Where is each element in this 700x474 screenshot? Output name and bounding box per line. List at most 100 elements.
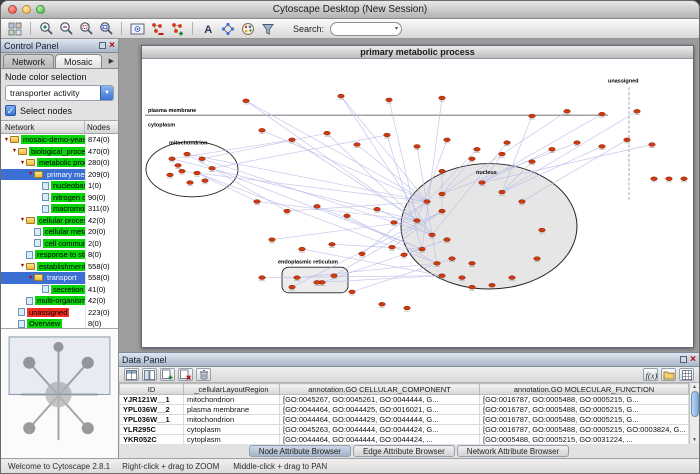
tree-item[interactable]: nitrogen compo...90(0) [1, 192, 118, 204]
table-cell[interactable]: YPL036W__1 [120, 415, 184, 425]
layout-icon[interactable] [219, 20, 237, 37]
tree-item[interactable]: ▼metabolic process280(0) [1, 157, 118, 169]
matrix-icon[interactable] [679, 368, 694, 381]
column-header[interactable]: _cellularLayoutRegion [184, 384, 280, 395]
tree-item[interactable]: ▼establishment of l...558(0) [1, 261, 118, 273]
window-titlebar[interactable]: Cytoscape Desktop (New Session) [1, 1, 699, 19]
hide-selected-icon[interactable] [148, 20, 166, 37]
tree-item[interactable]: cell communica...2(0) [1, 238, 118, 250]
table-cell[interactable]: [GO:0044464, GO:0044429, GO:0044444, G..… [280, 415, 480, 425]
tab-mosaic[interactable]: Mosaic [55, 54, 102, 68]
tree-item[interactable]: ▼mosaic-demo-yeast874(0) [1, 134, 118, 146]
tree-item[interactable]: nucleobase...1(0) [1, 180, 118, 192]
select-nodes-checkbox[interactable]: ✓ [5, 105, 16, 116]
table-row[interactable]: YJR121W__1mitochondrion[GO:0045267, GO:0… [120, 395, 689, 405]
table-cell[interactable]: [GO:0016787, GO:0005488, GO:0005215, GO:… [480, 425, 689, 435]
new-network-icon[interactable] [168, 20, 186, 37]
close-window-button[interactable] [8, 5, 17, 14]
table-cell[interactable]: YJR121W__1 [120, 395, 184, 405]
tree-item[interactable]: ▼biological_process470(0) [1, 146, 118, 158]
column-header[interactable]: annotation.GO CELLULAR_COMPONENT [280, 384, 480, 395]
tree-header-nodes[interactable]: Nodes [85, 123, 118, 132]
grid-icon[interactable] [6, 20, 24, 37]
tree-expander-icon[interactable]: ▼ [19, 217, 26, 223]
minimize-window-button[interactable] [22, 5, 31, 14]
tree-item[interactable]: Overview8(0) [1, 318, 118, 328]
zoom-window-button[interactable] [36, 5, 45, 14]
attribute-table[interactable]: ID_cellularLayoutRegionannotation.GO CEL… [119, 383, 689, 444]
close-panel-icon[interactable]: × [690, 355, 696, 365]
vizmapper-icon[interactable] [239, 20, 257, 37]
table-cell[interactable]: [GO:0016787, GO:0005488, GO:0005215, G..… [480, 405, 689, 415]
tree-item[interactable]: unassigned223(0) [1, 307, 118, 319]
attribute-select-icon[interactable] [124, 368, 139, 381]
tree-item[interactable]: ▼primary metab...209(0) [1, 169, 118, 181]
table-cell[interactable]: [GO:0005488, GO:0005215, GO:0031224, ... [480, 435, 689, 445]
table-row[interactable]: YKR052Ccytoplasm[GO:0044464, GO:0044444,… [120, 435, 689, 445]
tree-expander-icon[interactable]: ▼ [27, 171, 34, 177]
attribute-layout-icon[interactable] [142, 368, 157, 381]
table-cell[interactable]: YLR295C [120, 425, 184, 435]
table-cell[interactable]: [GO:0044464, GO:0044444, GO:0044424, ... [280, 435, 480, 445]
table-scrollbar[interactable]: ▲ ▼ [689, 383, 699, 444]
tree-item[interactable]: multi-organism pro...42(0) [1, 295, 118, 307]
table-cell[interactable]: [GO:0045263, GO:0044444, GO:0044424, G..… [280, 425, 480, 435]
table-cell[interactable]: plasma membrane [184, 405, 280, 415]
table-cell[interactable]: YPL036W__2 [120, 405, 184, 415]
table-cell[interactable]: YKR052C [120, 435, 184, 445]
table-cell[interactable]: cytoplasm [184, 425, 280, 435]
scrollbar-thumb[interactable] [691, 391, 699, 417]
new-attribute-icon[interactable] [160, 368, 175, 381]
tree-item[interactable]: secretion41(0) [1, 284, 118, 296]
network-canvas[interactable]: plasma membranecytoplasmmitochondrionnuc… [142, 59, 693, 347]
function-builder-icon[interactable]: f(x) [643, 368, 658, 381]
node-color-dropdown[interactable]: transporter activity ▼ [5, 85, 114, 101]
annotation-icon[interactable]: A [199, 20, 217, 37]
tree-item[interactable]: macromolecule...311(0) [1, 203, 118, 215]
table-cell[interactable]: [GO:0016787, GO:0005488, GO:0005215, G..… [480, 415, 689, 425]
tree-expander-icon[interactable]: ▼ [3, 137, 10, 143]
zoom-out-icon[interactable] [57, 20, 75, 37]
table-cell[interactable]: mitochondrion [184, 395, 280, 405]
birds-eye-view[interactable] [1, 328, 118, 458]
delete-attribute-icon[interactable] [178, 368, 193, 381]
tree-expander-icon[interactable]: ▼ [27, 275, 34, 281]
tree-item[interactable]: cellular metabo...20(0) [1, 226, 118, 238]
table-cell[interactable]: cytoplasm [184, 435, 280, 445]
tree-item[interactable]: ▼transport558(0) [1, 272, 118, 284]
tree-item[interactable]: ▼cellular process42(0) [1, 215, 118, 227]
column-header[interactable]: ID [120, 384, 184, 395]
float-panel-icon[interactable] [680, 356, 687, 363]
network-view-title[interactable]: primary metabolic process [142, 46, 693, 59]
table-cell[interactable]: mitochondrion [184, 415, 280, 425]
zoom-selected-icon[interactable] [77, 20, 95, 37]
zoom-in-icon[interactable] [37, 20, 55, 37]
birds-eye-icon[interactable] [128, 20, 146, 37]
tree-item[interactable]: response to stimul...8(0) [1, 249, 118, 261]
table-row[interactable]: YPL036W__1mitochondrion[GO:0044464, GO:0… [120, 415, 689, 425]
scroll-up-icon[interactable]: ▲ [692, 384, 697, 390]
tab-edge-attribute-browser[interactable]: Edge Attribute Browser [353, 445, 455, 457]
table-cell[interactable]: [GO:0016787, GO:0005488, GO:0005215, G..… [480, 395, 689, 405]
search-input[interactable] [334, 23, 395, 35]
tab-scroll-right-icon[interactable]: ▶ [109, 57, 116, 68]
tab-network[interactable]: Network [3, 54, 54, 68]
scroll-down-icon[interactable]: ▼ [692, 437, 697, 443]
zoom-fit-icon[interactable] [97, 20, 115, 37]
close-panel-icon[interactable]: × [109, 41, 115, 51]
tab-node-attribute-browser[interactable]: Node Attribute Browser [249, 445, 351, 457]
tree-expander-icon[interactable]: ▼ [19, 160, 26, 166]
search-dropdown-icon[interactable]: ▾ [395, 25, 398, 32]
trash-icon[interactable] [196, 368, 211, 381]
table-cell[interactable]: [GO:0044464, GO:0044425, GO:0016021, G..… [280, 405, 480, 415]
tree-expander-icon[interactable]: ▼ [19, 263, 26, 269]
column-header[interactable]: annotation.GO MOLECULAR_FUNCTION [480, 384, 689, 395]
float-panel-icon[interactable] [99, 42, 106, 49]
import-table-icon[interactable] [661, 368, 676, 381]
tab-network-attribute-browser[interactable]: Network Attribute Browser [457, 445, 569, 457]
tree-header-network[interactable]: Network [1, 121, 85, 133]
table-cell[interactable]: [GO:0045267, GO:0045261, GO:0044444, G..… [280, 395, 480, 405]
filter-icon[interactable] [259, 20, 277, 37]
table-row[interactable]: YLR295Ccytoplasm[GO:0045263, GO:0044444,… [120, 425, 689, 435]
table-row[interactable]: YPL036W__2plasma membrane[GO:0044464, GO… [120, 405, 689, 415]
